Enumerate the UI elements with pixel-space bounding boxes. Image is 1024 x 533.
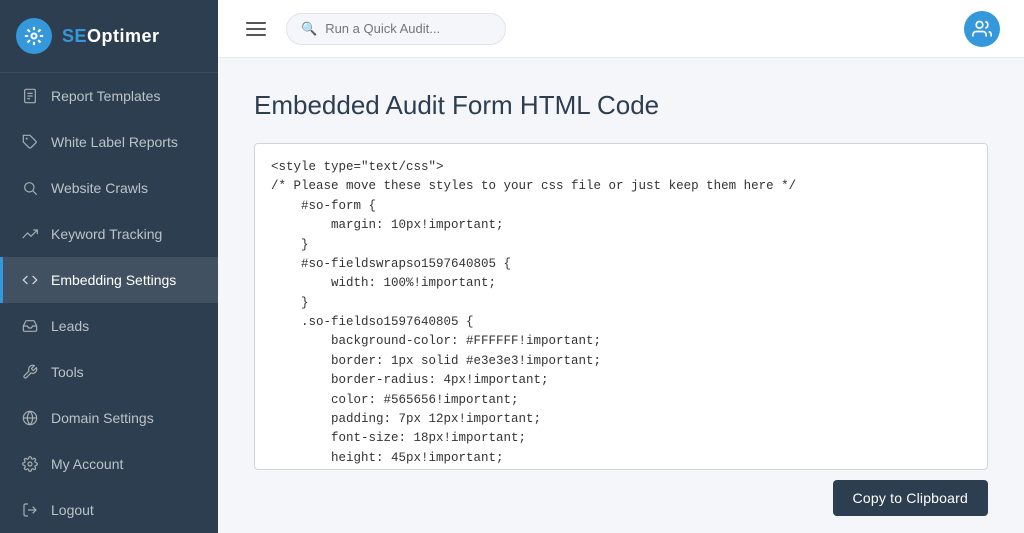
- user-avatar[interactable]: [964, 11, 1000, 47]
- header: 🔍: [218, 0, 1024, 58]
- search-icon: [21, 179, 39, 197]
- sidebar-item-label: Website Crawls: [51, 180, 148, 196]
- sidebar-item-domain-settings[interactable]: Domain Settings: [0, 395, 218, 441]
- code-icon: [21, 271, 39, 289]
- search-input[interactable]: [325, 21, 491, 36]
- sidebar-item-label: Embedding Settings: [51, 272, 176, 288]
- sidebar-item-embedding-settings[interactable]: Embedding Settings: [0, 257, 218, 303]
- settings-icon: [21, 455, 39, 473]
- tag-icon: [21, 133, 39, 151]
- trending-up-icon: [21, 225, 39, 243]
- sidebar-item-label: Report Templates: [51, 88, 160, 104]
- logo-text: SEOptimer: [62, 26, 160, 47]
- content-area: Embedded Audit Form HTML Code Copy to Cl…: [218, 58, 1024, 533]
- sidebar-item-label: My Account: [51, 456, 123, 472]
- sidebar-item-label: Domain Settings: [51, 410, 154, 426]
- copy-to-clipboard-button[interactable]: Copy to Clipboard: [833, 480, 988, 516]
- sidebar-item-website-crawls[interactable]: Website Crawls: [0, 165, 218, 211]
- sidebar-item-label: Keyword Tracking: [51, 226, 162, 242]
- sidebar-item-label: Logout: [51, 502, 94, 518]
- main-content: 🔍 Embedded Audit Form HTML Code Copy to …: [218, 0, 1024, 533]
- inbox-icon: [21, 317, 39, 335]
- search-bar[interactable]: 🔍: [286, 13, 506, 45]
- page-title: Embedded Audit Form HTML Code: [254, 90, 988, 121]
- tool-icon: [21, 363, 39, 381]
- sidebar-item-logout[interactable]: Logout: [0, 487, 218, 533]
- sidebar: SEOptimer Report Templates White Label R…: [0, 0, 218, 533]
- search-icon: 🔍: [301, 21, 317, 37]
- sidebar-item-leads[interactable]: Leads: [0, 303, 218, 349]
- copy-button-row: Copy to Clipboard: [254, 470, 988, 520]
- hamburger-button[interactable]: [242, 18, 270, 40]
- logout-icon: [21, 501, 39, 519]
- sidebar-item-report-templates[interactable]: Report Templates: [0, 73, 218, 119]
- sidebar-item-label: Tools: [51, 364, 84, 380]
- globe-icon: [21, 409, 39, 427]
- logo-icon: [16, 18, 52, 54]
- file-text-icon: [21, 87, 39, 105]
- sidebar-item-my-account[interactable]: My Account: [0, 441, 218, 487]
- code-box: [254, 143, 988, 470]
- sidebar-item-white-label-reports[interactable]: White Label Reports: [0, 119, 218, 165]
- sidebar-item-keyword-tracking[interactable]: Keyword Tracking: [0, 211, 218, 257]
- code-textarea[interactable]: [255, 144, 987, 464]
- header-left: 🔍: [242, 13, 506, 45]
- sidebar-logo: SEOptimer: [0, 0, 218, 73]
- sidebar-item-label: Leads: [51, 318, 89, 334]
- sidebar-item-label: White Label Reports: [51, 134, 178, 150]
- sidebar-item-tools[interactable]: Tools: [0, 349, 218, 395]
